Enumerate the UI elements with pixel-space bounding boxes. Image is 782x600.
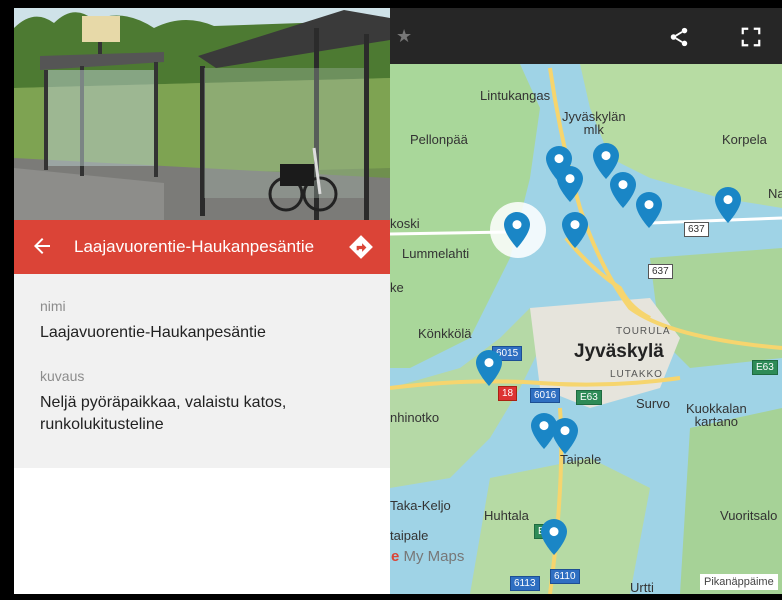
map-label-pellonpaa: Pellonpää	[410, 132, 468, 147]
map-label-konkkola: Könkkölä	[418, 326, 472, 341]
map-label-koski: koski	[390, 216, 420, 231]
map-label-taipale: Taipale	[560, 452, 602, 467]
keyboard-shortcuts-link[interactable]: Pikanäppäime	[700, 574, 778, 590]
star-icon[interactable]: ★	[396, 26, 412, 47]
map-label-urtti: Urtti	[630, 580, 654, 594]
road-shield-637: 637	[648, 264, 673, 279]
fullscreen-icon[interactable]	[740, 26, 762, 48]
back-arrow-icon[interactable]	[30, 234, 54, 258]
map-label-korpela: Korpela	[722, 132, 767, 147]
field-label-name: nimi	[40, 298, 66, 314]
map-toolbar: ★	[390, 8, 782, 64]
directions-icon[interactable]	[348, 234, 374, 260]
map-label-taka-keljo: Taka-Keljo	[390, 498, 451, 513]
my-maps-logo-text: My Maps	[399, 548, 465, 565]
my-maps-logo: e My Maps	[391, 548, 464, 565]
map-pin[interactable]	[541, 519, 567, 555]
field-value-description: Neljä pyöräpaikkaa, valaistu katos, runk…	[40, 394, 287, 433]
road-shield-e63: E63	[576, 390, 602, 405]
map-label-lummelahti: Lummelahti	[402, 246, 470, 261]
field-value-name: Laajavuorentie-Haukanpesäntie	[40, 324, 266, 341]
place-attributes: nimi Laajavuorentie-Haukanpesäntie kuvau…	[14, 274, 390, 468]
map-label-na: Na	[768, 186, 782, 201]
map-label-vuoritsalo: Vuoritsalo	[720, 508, 778, 523]
map-label-jyvaskylan-mlk: Jyväskylän mlk	[562, 109, 626, 137]
map-label-survo: Survo	[636, 396, 670, 411]
share-icon[interactable]	[668, 26, 690, 48]
map-label-ke: ke	[390, 280, 404, 295]
map-pin[interactable]	[476, 350, 502, 386]
map-label-taipale-west: taipale	[390, 528, 429, 543]
road-shield-18: 18	[498, 386, 518, 401]
map-label-lintukangas: Lintukangas	[480, 88, 551, 103]
map-label-lutakko: LUTAKKO	[610, 369, 663, 380]
map-pin[interactable]	[636, 192, 662, 228]
map-label-huhtala: Huhtala	[484, 508, 529, 523]
map-pin[interactable]	[610, 172, 636, 208]
road-shield-6016: 6016	[530, 388, 561, 403]
map-label-kuokkalan-kartano: Kuokkalan kartano	[686, 401, 747, 429]
road-shield-6110: 6110	[550, 569, 580, 584]
map-label-nhinotko: nhinotko	[390, 410, 440, 425]
road-shield-6113: 6113	[510, 576, 540, 591]
map-pin[interactable]	[557, 166, 583, 202]
place-details-panel: Laajavuorentie-Haukanpesäntie nimi Laaja…	[14, 8, 390, 594]
place-title: Laajavuorentie-Haukanpesäntie	[74, 237, 315, 256]
map-pin[interactable]	[552, 418, 578, 454]
road-shield-e63: E63	[752, 360, 778, 375]
place-header: Laajavuorentie-Haukanpesäntie	[14, 220, 390, 274]
place-photo	[14, 8, 390, 220]
map-label-jyvaskyla: Jyväskylä	[574, 341, 664, 362]
map-pin[interactable]	[562, 212, 588, 248]
map-pin[interactable]	[715, 187, 741, 223]
map-label-tourula: TOURULA	[616, 326, 671, 337]
map-pin-selected[interactable]	[504, 212, 530, 248]
map-canvas[interactable]: Lintukangas Jyväskylän mlk Pellonpää Kor…	[390, 8, 782, 594]
road-shield-637: 637	[684, 222, 709, 237]
field-label-description: kuvaus	[40, 368, 85, 384]
